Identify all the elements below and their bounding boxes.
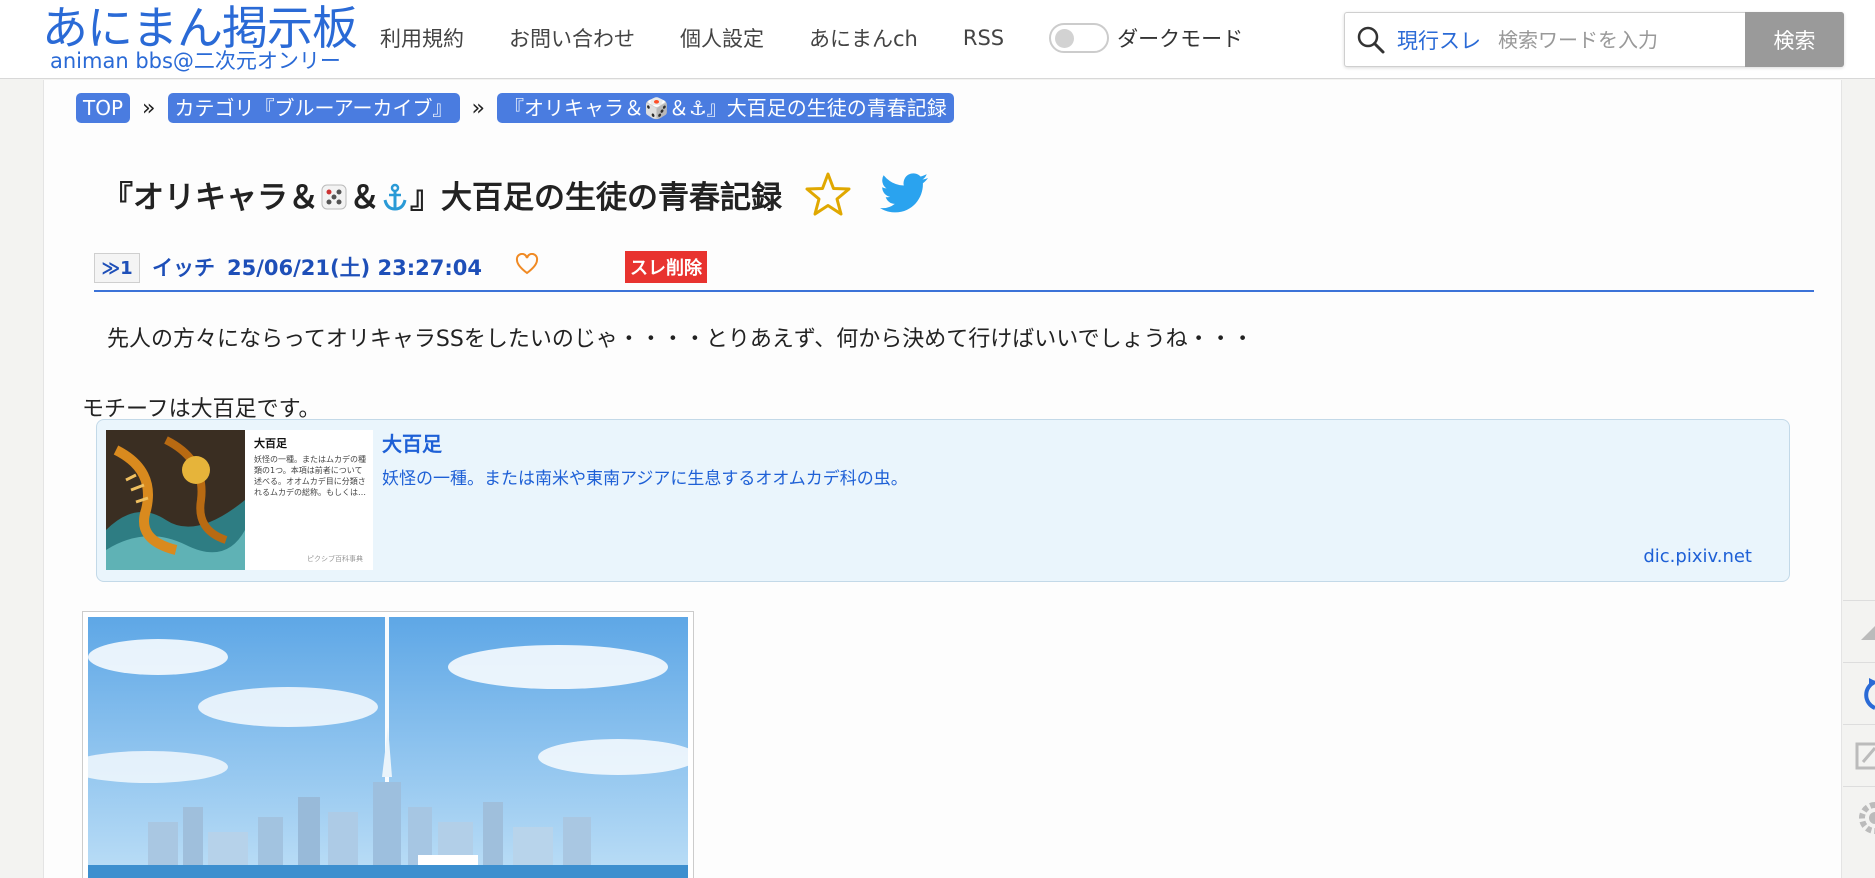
favorite-star-icon[interactable] [804,171,852,221]
post-text-line: 先人の方々にならってオリキャラSSをしたいのじゃ・・・・とりあえず、何から決めて… [107,327,1254,352]
search-box: 現行スレ 検索 [1344,12,1844,67]
edit-icon[interactable] [1843,724,1875,786]
floating-toolbar [1843,600,1875,848]
scroll-top-icon[interactable] [1843,600,1875,662]
post-image[interactable] [82,611,694,878]
thread-title-part: 』大百足の生徒の青春記録 [410,180,782,216]
thumbnail-description: 妖怪の一種。またはムカデの種類の1つ。本項は前者について述べる。オオムカデ目に分… [254,455,366,497]
breadcrumb-separator: » [142,95,156,121]
dark-mode-label: ダークモード [1117,26,1244,51]
link-card-title[interactable]: 大百足 [382,428,442,457]
nav-animanch-link[interactable]: あにまんch [809,23,918,53]
breadcrumb-thread[interactable]: 『オリキャラ＆🎲＆⚓』大百足の生徒の青春記録 [496,93,954,123]
main-content: TOP » カテゴリ『ブルーアーカイブ』 » 『オリキャラ＆🎲＆⚓』大百足の生徒… [43,80,1842,878]
search-input[interactable] [1498,27,1743,52]
search-icon[interactable] [1345,13,1397,66]
twitter-share-icon[interactable] [880,173,930,219]
logo-sub-text: animan bbs@二次元オンリー [50,49,341,73]
breadcrumb-separator: » [471,95,485,121]
thread-title-row: 『オリキャラ＆ ＆ 』大百足の生徒の青春記録 [102,160,930,232]
link-preview-card[interactable]: 大百足 妖怪の一種。またはムカデの種類の1つ。本項は前者について述べる。オオムカ… [96,419,1790,582]
delete-thread-button[interactable]: スレ削除 [625,251,707,283]
settings-gear-icon[interactable] [1843,786,1875,848]
nav-contact-link[interactable]: お問い合わせ [509,23,635,53]
search-button[interactable]: 検索 [1745,12,1844,67]
dark-mode-knob [1055,28,1075,48]
site-logo[interactable]: あにまん掲示板 animan bbs@二次元オンリー [42,1,358,73]
post-date: 25/06/21(土) 23:27:04 [227,256,482,280]
logo-main-text: あにまん掲示板 [42,1,358,55]
like-heart-icon[interactable] [515,252,539,279]
nav-settings-link[interactable]: 個人設定 [680,23,764,53]
anchor-icon [380,182,410,220]
nav-rss-link[interactable]: RSS [963,26,1004,50]
dice-icon [319,182,349,220]
thread-title-part: ＆ [349,180,380,216]
link-thumbnail: 大百足 妖怪の一種。またはムカデの種類の1つ。本項は前者について述べる。オオムカ… [106,430,373,570]
link-card-description: 妖怪の一種。または南米や東南アジアに生息するオオムカデ科の虫。 [382,469,908,489]
breadcrumb-top[interactable]: TOP [76,93,131,123]
site-header: あにまん掲示板 animan bbs@二次元オンリー 利用規約 お問い合わせ 個… [0,0,1875,79]
post-number[interactable]: ≫1 [94,253,140,283]
search-scope-select[interactable]: 現行スレ [1397,25,1481,55]
breadcrumb: TOP » カテゴリ『ブルーアーカイブ』 » 『オリキャラ＆🎲＆⚓』大百足の生徒… [76,93,954,123]
thumbnail-art [106,430,245,570]
refresh-icon[interactable] [1843,662,1875,724]
thread-title: 『オリキャラ＆ ＆ 』大百足の生徒の青春記録 [102,172,782,220]
breadcrumb-category[interactable]: カテゴリ『ブルーアーカイブ』 [167,93,460,123]
thumbnail-text: 大百足 妖怪の一種。またはムカデの種類の1つ。本項は前者について述べる。オオムカ… [254,438,369,498]
link-card-domain: dic.pixiv.net [1643,546,1752,567]
main-nav: 利用規約 お問い合わせ 個人設定 あにまんch RSS ダークモード [380,0,1243,75]
thumbnail-source: ピクシブ百科事典 [307,555,363,563]
thread-title-part: 『オリキャラ＆ [102,180,319,216]
nav-terms-link[interactable]: 利用規約 [380,23,464,53]
post-author: イッチ [152,256,215,280]
dark-mode-switch[interactable] [1049,22,1110,53]
dark-mode-toggle[interactable]: ダークモード [1049,22,1244,53]
post-header: ≫1 イッチ 25/06/21(土) 23:27:04 スレ削除 [94,243,1814,292]
thumbnail-title: 大百足 [254,437,287,450]
